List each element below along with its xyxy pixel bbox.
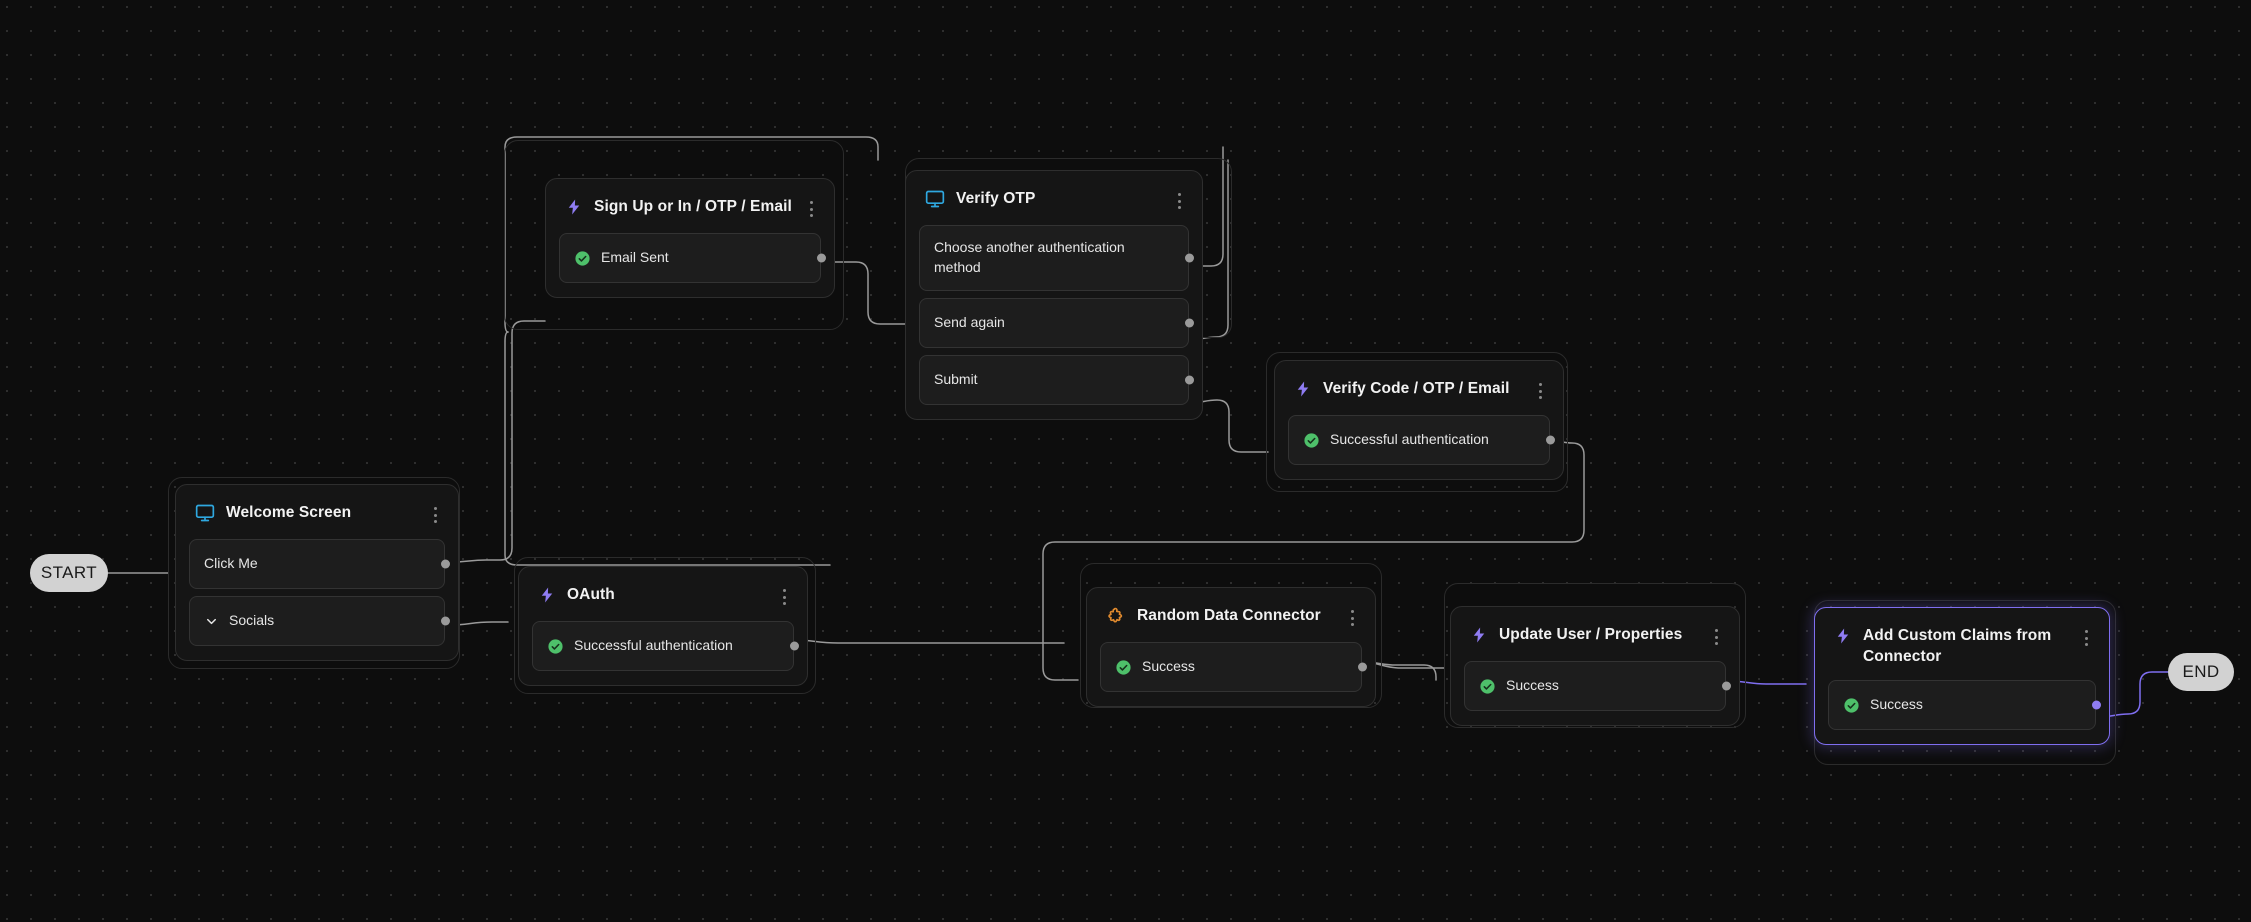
node-header: Welcome Screen	[189, 498, 445, 539]
node-header: Verify OTP	[919, 184, 1189, 225]
edge-clickme-to-signup-group	[451, 320, 546, 563]
handle-click-me[interactable]: Click Me	[189, 539, 450, 589]
node-title: Add Custom Claims from Connector	[1863, 627, 2052, 665]
check-circle-icon	[1116, 659, 1131, 675]
node-menu-button[interactable]	[1344, 607, 1360, 629]
check-circle-icon	[575, 250, 590, 266]
node-menu-button[interactable]	[427, 504, 443, 526]
edge-layer	[107, 136, 2169, 718]
chevron-down-icon	[207, 618, 216, 624]
node-welcome-screen[interactable]: Welcome Screen Click Me Socials	[175, 484, 459, 661]
handle-success[interactable]: Success	[1100, 642, 1367, 692]
bolt-icon	[1837, 628, 1849, 644]
edge-oauth-to-connector	[795, 639, 1065, 644]
handle-success[interactable]: Success	[1828, 680, 2101, 731]
check-circle-icon	[1480, 678, 1495, 694]
node-verify-code[interactable]: Verify Code / OTP / Email Successful aut…	[1274, 360, 1564, 480]
node-title: OAuth	[567, 586, 615, 603]
bolt-icon	[541, 587, 553, 603]
bolt-icon	[1297, 381, 1309, 397]
node-title: Random Data Connector	[1137, 607, 1321, 624]
handle-send-again[interactable]: Send again	[919, 298, 1194, 348]
node-oauth[interactable]: OAuth Successful authentication	[518, 566, 808, 686]
check-circle-icon	[1844, 698, 1859, 713]
puzzle-icon	[1108, 607, 1123, 623]
edge-signup-group-bottom-rail	[504, 331, 831, 566]
end-node[interactable]: END	[2168, 653, 2234, 691]
node-menu-button[interactable]	[1171, 190, 1187, 212]
output-port[interactable]	[1721, 681, 1731, 691]
handle-label: Submit	[934, 371, 978, 388]
handle-label: Send again	[934, 314, 1005, 331]
handle-label: Success	[1142, 658, 1195, 675]
node-title: Sign Up or In / OTP / Email	[594, 198, 792, 215]
output-port[interactable]	[1545, 435, 1555, 445]
node-sign-up-or-in[interactable]: Sign Up or In / OTP / Email Email Sent	[545, 178, 835, 298]
start-node[interactable]: START	[30, 554, 108, 592]
output-port[interactable]	[2091, 700, 2101, 710]
flow-canvas[interactable]: START END Welcome Screen Click Me Social…	[0, 0, 2251, 922]
node-add-custom-claims[interactable]: Add Custom Claims from Connector Success	[1814, 607, 2110, 746]
handle-email-sent[interactable]: Email Sent	[559, 233, 826, 283]
handle-choose-another-method[interactable]: Choose another authentication method	[919, 225, 1194, 291]
output-port[interactable]	[789, 641, 799, 651]
handle-label: Successful authentication	[574, 637, 733, 654]
handle-success[interactable]: Success	[1464, 661, 1731, 711]
node-menu-button[interactable]	[1532, 380, 1548, 402]
screen-icon	[925, 190, 945, 208]
node-header: Random Data Connector	[1100, 601, 1362, 642]
screen-icon	[195, 504, 215, 522]
output-port[interactable]	[440, 559, 450, 569]
node-title: Update User / Properties	[1499, 626, 1683, 643]
bolt-icon	[568, 199, 580, 215]
node-menu-button[interactable]	[2078, 627, 2094, 649]
node-menu-button[interactable]	[776, 586, 792, 608]
handle-label: Success	[1870, 696, 1923, 713]
node-random-data-connector[interactable]: Random Data Connector Success	[1086, 587, 1376, 707]
handle-successful-authentication[interactable]: Successful authentication	[532, 621, 799, 671]
bolt-icon	[1473, 627, 1485, 643]
handle-label: Choose another authentication method	[934, 239, 1125, 275]
node-title: Welcome Screen	[226, 504, 352, 521]
node-header: Sign Up or In / OTP / Email	[559, 192, 821, 233]
start-label: START	[40, 563, 98, 582]
output-port[interactable]	[1184, 375, 1194, 385]
node-menu-button[interactable]	[803, 198, 819, 220]
handle-submit[interactable]: Submit	[919, 355, 1194, 405]
node-verify-otp[interactable]: Verify OTP Choose another authentication…	[905, 170, 1203, 420]
handle-socials[interactable]: Socials	[189, 596, 450, 646]
handle-label: Successful authentication	[1330, 431, 1489, 448]
node-header: Add Custom Claims from Connector	[1828, 621, 2096, 680]
handle-label: Socials	[229, 612, 275, 629]
node-header: Verify Code / OTP / Email	[1288, 374, 1550, 415]
end-label: END	[2182, 662, 2220, 681]
node-menu-button[interactable]	[1708, 626, 1724, 648]
check-circle-icon	[1304, 432, 1319, 448]
check-circle-icon	[548, 638, 563, 654]
output-port[interactable]	[440, 616, 450, 626]
node-header: OAuth	[532, 580, 794, 621]
node-title: Verify OTP	[956, 190, 1036, 207]
output-port[interactable]	[1184, 318, 1194, 328]
handle-label: Click Me	[204, 555, 258, 572]
node-update-user[interactable]: Update User / Properties Success	[1450, 606, 1740, 726]
output-port[interactable]	[1184, 253, 1194, 263]
handle-successful-authentication[interactable]: Successful authentication	[1288, 415, 1555, 465]
node-header: Update User / Properties	[1464, 620, 1726, 661]
output-port[interactable]	[816, 253, 826, 263]
edge-socials-to-oauth	[451, 621, 509, 626]
handle-label: Email Sent	[601, 249, 669, 266]
output-port[interactable]	[1357, 662, 1367, 672]
handle-label: Success	[1506, 677, 1559, 694]
node-title: Verify Code / OTP / Email	[1323, 380, 1510, 397]
